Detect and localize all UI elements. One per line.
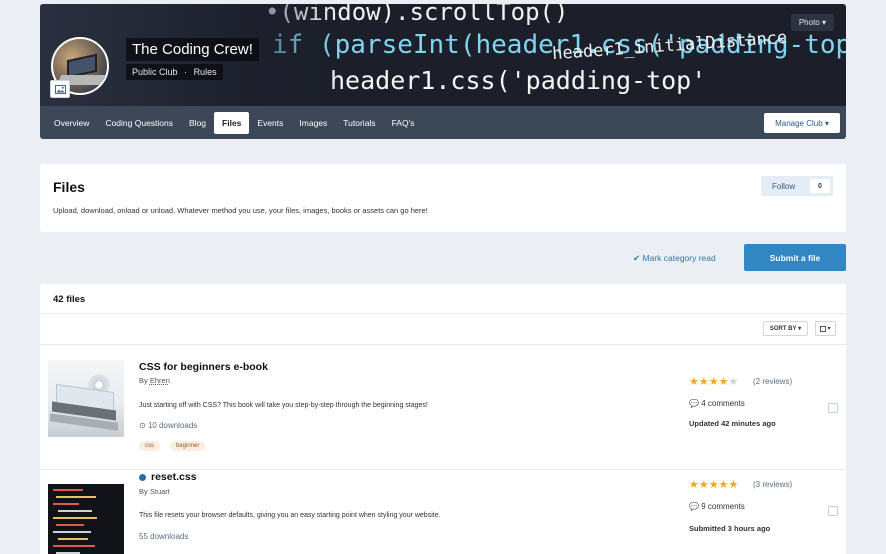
comments-label: 9 comments bbox=[701, 502, 745, 511]
photo-button-label: Photo bbox=[798, 18, 820, 27]
author-link[interactable]: Stuart bbox=[150, 487, 170, 496]
star-icon: ★ bbox=[708, 376, 719, 388]
thumbnail-code-line bbox=[58, 538, 88, 540]
file-thumbnail[interactable] bbox=[48, 484, 124, 554]
club-title: The Coding Crew! bbox=[126, 38, 259, 61]
image-icon bbox=[54, 84, 66, 94]
club-rules-link[interactable]: Rules bbox=[194, 67, 217, 77]
checkmark-icon: ✔ bbox=[633, 253, 641, 263]
file-author: By Ehren bbox=[139, 376, 170, 385]
tab-tutorials[interactable]: Tutorials bbox=[335, 112, 383, 134]
thumbnail-code-line bbox=[53, 531, 91, 533]
tab-coding-questions[interactable]: Coding Questions bbox=[97, 112, 181, 134]
mark-category-read-link[interactable]: ✔ Mark category read bbox=[633, 253, 716, 264]
file-description: This file resets your browser defaults, … bbox=[139, 512, 441, 519]
chevron-down-icon: ▾ bbox=[824, 118, 829, 128]
cover-code-line-4: header1.css('padding-top' bbox=[330, 66, 707, 95]
file-downloads: ⊙ 10 downloads bbox=[139, 421, 197, 430]
thumbnail-code-line bbox=[53, 545, 95, 547]
comments-count: 💬 4 comments bbox=[689, 399, 745, 408]
unread-indicator-icon bbox=[139, 473, 146, 481]
star-icon: ★ bbox=[728, 376, 739, 388]
thumbnail-code-line bbox=[56, 496, 96, 498]
photo-button[interactable]: Photo ▾ bbox=[790, 14, 834, 31]
category-header: Files Upload, download, onload or unload… bbox=[40, 164, 846, 232]
star-icon: ★ bbox=[718, 479, 729, 491]
comment-icon: 💬 bbox=[689, 399, 699, 408]
tab-overview[interactable]: Overview bbox=[46, 112, 97, 134]
follow-button[interactable]: Follow 0 bbox=[761, 176, 833, 196]
row-select-checkbox[interactable] bbox=[828, 403, 838, 413]
thumbnail-code-line bbox=[56, 524, 84, 526]
star-icon: ★ bbox=[708, 479, 719, 491]
thumbnail-code-line bbox=[53, 489, 83, 491]
tab-blog[interactable]: Blog bbox=[181, 112, 214, 134]
file-author: By Stuart bbox=[139, 487, 170, 496]
club-meta: Public Club · Rules bbox=[126, 64, 223, 80]
star-rating: ★★★★★ bbox=[689, 478, 738, 491]
comments-count: 💬 9 comments bbox=[689, 502, 745, 511]
file-updated: Updated 42 minutes ago bbox=[689, 419, 776, 428]
author-link[interactable]: Ehren bbox=[150, 376, 170, 385]
files-count: 42 files bbox=[53, 294, 86, 305]
author-prefix: By bbox=[139, 487, 148, 496]
file-title-text: reset.css bbox=[151, 471, 197, 483]
comments-label: 4 comments bbox=[701, 399, 745, 408]
tag-css[interactable]: css bbox=[139, 441, 160, 451]
mark-read-label: Mark category read bbox=[642, 253, 716, 263]
downloads-count: 10 downloads bbox=[147, 421, 198, 430]
file-thumbnail[interactable] bbox=[48, 360, 124, 437]
sort-by-label: SORT BY bbox=[769, 325, 797, 332]
star-icon: ★ bbox=[718, 376, 729, 388]
file-title[interactable]: reset.css bbox=[139, 471, 197, 483]
file-submitted: Submitted 3 hours ago bbox=[689, 524, 771, 533]
row-select-checkbox[interactable] bbox=[828, 506, 838, 516]
manage-club-label: Manage Club bbox=[775, 118, 823, 128]
star-icon: ★ bbox=[689, 479, 699, 491]
reviews-link[interactable]: (2 reviews) bbox=[753, 377, 792, 386]
star-icon: ★ bbox=[698, 479, 709, 491]
star-icon: ★ bbox=[689, 376, 699, 388]
select-all-toggle[interactable]: ▾ bbox=[815, 321, 836, 336]
tab-events[interactable]: Events bbox=[249, 112, 291, 134]
meta-separator: · bbox=[184, 67, 188, 77]
chevron-down-icon: ▾ bbox=[821, 18, 826, 27]
file-title[interactable]: CSS for beginners e-book bbox=[139, 361, 268, 373]
star-rating: ★★★★★ bbox=[689, 375, 738, 388]
thumbnail-code-line bbox=[53, 517, 97, 519]
chevron-down-icon: ▾ bbox=[798, 326, 802, 332]
file-downloads: 55 downloads bbox=[139, 532, 189, 541]
tab-faqs[interactable]: FAQ's bbox=[384, 112, 423, 134]
download-icon: ⊙ bbox=[139, 421, 146, 430]
tab-images[interactable]: Images bbox=[291, 112, 335, 134]
file-row: reset.css By Stuart This file resets you… bbox=[40, 470, 846, 554]
category-description: Upload, download, onload or unload. What… bbox=[53, 206, 428, 215]
chevron-down-icon: ▾ bbox=[827, 326, 831, 332]
sort-by-button[interactable]: SORT BY ▾ bbox=[763, 321, 808, 336]
club-header: •(window).scrollTop() if (parseInt(heade… bbox=[40, 4, 846, 139]
divider bbox=[40, 313, 846, 314]
thumbnail-code-line bbox=[58, 510, 92, 512]
author-prefix: By bbox=[139, 376, 148, 385]
club-nav: Overview Coding Questions Blog Files Eve… bbox=[40, 106, 846, 139]
club-type: Public Club bbox=[132, 67, 178, 77]
star-icon: ★ bbox=[728, 479, 739, 491]
tab-files[interactable]: Files bbox=[214, 111, 250, 134]
thumbnail-code-line bbox=[53, 503, 79, 505]
tag-beginner[interactable]: beginner bbox=[170, 441, 206, 451]
submit-file-button[interactable]: Submit a file bbox=[744, 244, 846, 271]
file-description: Just starting off with CSS? This book wi… bbox=[139, 402, 428, 409]
reviews-link[interactable]: (3 reviews) bbox=[753, 480, 792, 489]
star-icon: ★ bbox=[698, 376, 709, 388]
files-list: 42 files SORT BY ▾ ▾ CSS for beginners e… bbox=[40, 284, 846, 554]
manage-club-button[interactable]: Manage Club ▾ bbox=[764, 113, 840, 133]
follow-label: Follow bbox=[772, 181, 796, 191]
file-row: CSS for beginners e-book By Ehren Just s… bbox=[40, 345, 846, 469]
comment-icon: 💬 bbox=[689, 502, 699, 511]
change-avatar-button[interactable] bbox=[50, 80, 70, 98]
page-title: Files bbox=[53, 179, 85, 195]
follow-count: 0 bbox=[810, 179, 830, 193]
checkbox-icon bbox=[820, 325, 827, 332]
